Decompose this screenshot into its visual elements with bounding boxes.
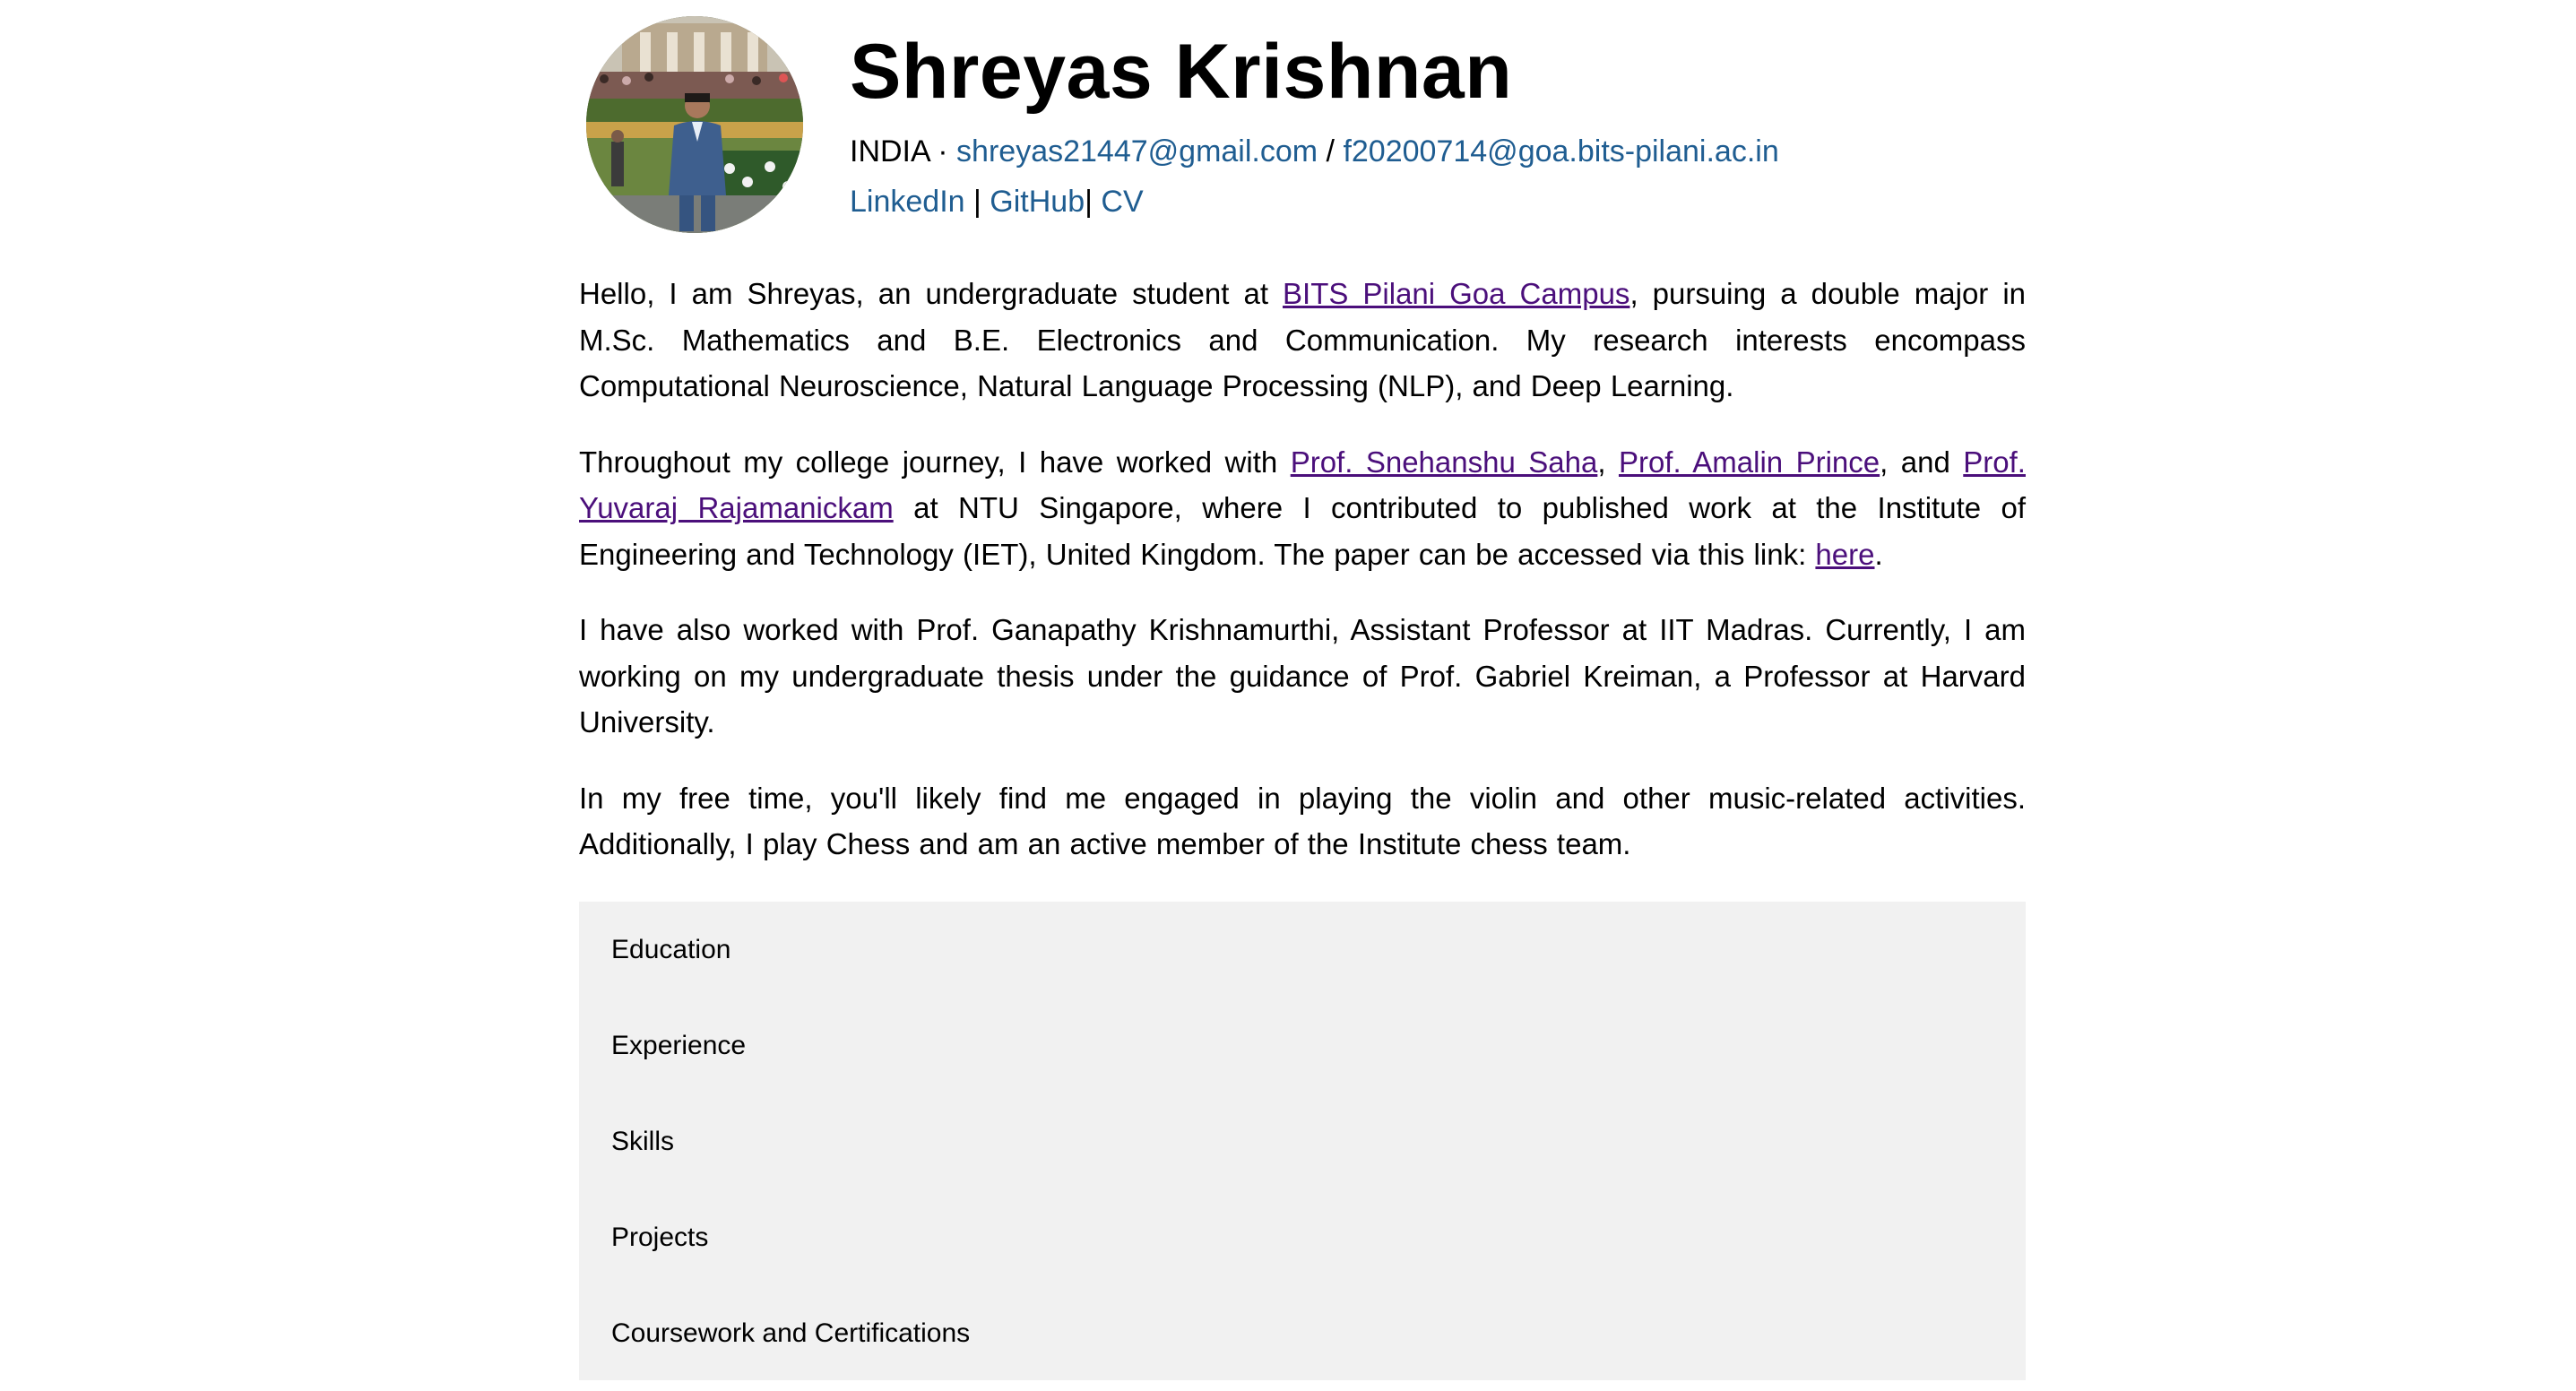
profile-header: Shreyas Krishnan INDIA · shreyas21447@gm… [579, 0, 2026, 240]
accordion-item-education[interactable]: Education [579, 902, 2026, 998]
github-link[interactable]: GitHub [990, 185, 1085, 219]
accordion-item-projects[interactable]: Projects [579, 1189, 2026, 1285]
link-divider: | [973, 185, 981, 219]
paper-here-link[interactable]: here [1815, 538, 1874, 571]
about-paragraph-2: Throughout my college journey, I have wo… [579, 439, 2026, 578]
bits-pilani-link[interactable]: BITS Pilani Goa Campus [1283, 277, 1629, 310]
email-primary-link[interactable]: shreyas21447@gmail.com [956, 134, 1318, 168]
separator-dot: · [938, 134, 948, 168]
page: Shreyas Krishnan INDIA · shreyas21447@gm… [0, 0, 2576, 1391]
prof-saha-link[interactable]: Prof. Snehanshu Saha [1291, 445, 1598, 479]
about-text: , and [1880, 445, 1964, 479]
email-secondary-link[interactable]: f20200714@goa.bits-pilani.ac.in [1343, 134, 1778, 168]
cv-link[interactable]: CV [1101, 185, 1143, 219]
header-text: Shreyas Krishnan INDIA · shreyas21447@gm… [850, 18, 2026, 224]
accordion-item-coursework[interactable]: Coursework and Certifications [579, 1285, 2026, 1381]
linkedin-link[interactable]: LinkedIn [850, 185, 965, 219]
profile-photo-icon [586, 16, 803, 233]
link-divider: | [1085, 185, 1093, 219]
country-label: INDIA [850, 134, 929, 168]
about-paragraph-1: Hello, I am Shreyas, an undergraduate st… [579, 271, 2026, 410]
about-paragraph-4: In my free time, you'll likely find me e… [579, 781, 2026, 861]
about-section: Hello, I am Shreyas, an undergraduate st… [579, 271, 2026, 897]
accordion-item-skills[interactable]: Skills [579, 1093, 2026, 1189]
about-paragraph-3: I have also worked with Prof. Ganapathy … [579, 613, 2026, 739]
accordion-item-experience[interactable]: Experience [579, 998, 2026, 1093]
contact-line: INDIA · shreyas21447@gmail.com / f202007… [850, 129, 2026, 174]
email-slash: / [1326, 134, 1335, 168]
profile-name: Shreyas Krishnan [850, 29, 1513, 115]
sections-accordion: Education Experience Skills Projects Cou… [579, 902, 2026, 1380]
main-container: Shreyas Krishnan INDIA · shreyas21447@gm… [579, 0, 2026, 1380]
about-text: , [1597, 445, 1619, 479]
prof-prince-link[interactable]: Prof. Amalin Prince [1619, 445, 1880, 479]
about-text: Hello, I am Shreyas, an undergraduate st… [579, 277, 1284, 310]
about-text: Throughout my college journey, I have wo… [579, 445, 1291, 479]
avatar [586, 16, 803, 233]
about-text: . [1874, 537, 1883, 571]
profile-links: LinkedIn | GitHub| CV [850, 179, 2026, 224]
